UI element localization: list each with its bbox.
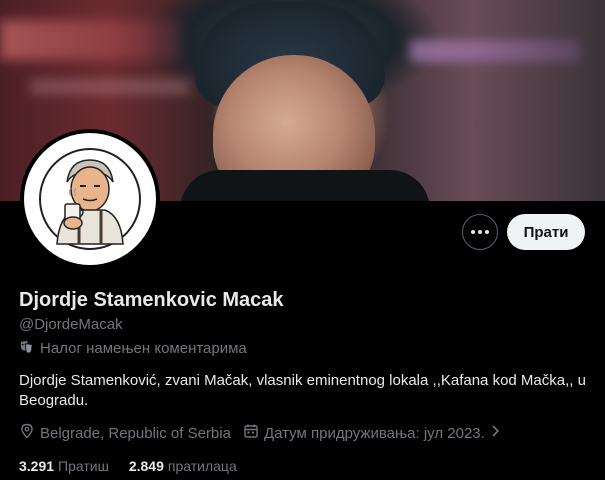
banner-light-streak — [30, 80, 190, 94]
avatar[interactable] — [20, 129, 160, 269]
more-options-button[interactable] — [462, 214, 498, 250]
avatar-image — [24, 133, 156, 265]
location-pin-icon — [19, 423, 35, 443]
chevron-right-icon — [490, 424, 502, 442]
avatar-illustration — [39, 148, 141, 250]
followers-label[interactable]: пратилаца — [168, 458, 237, 474]
banner-coat — [180, 170, 430, 201]
more-horizontal-icon — [485, 230, 489, 234]
calendar-icon — [243, 423, 259, 443]
profile-name: Djordje Stamenkovic Macak — [19, 289, 284, 311]
following-count[interactable]: 3.291 — [19, 458, 54, 474]
profile-bio: Djordje Stamenković, zvani Mačak, vlasni… — [19, 372, 586, 409]
following-label[interactable]: Пратиш — [58, 458, 109, 474]
followers-count[interactable]: 2.849 — [129, 458, 164, 474]
theater-masks-icon — [19, 339, 34, 358]
account-label: Налог намењен коментарима — [40, 340, 247, 357]
banner-light-streak — [410, 40, 580, 62]
joined-text: Датум придруживања: јул 2023. — [263, 424, 485, 442]
profile-handle: @DjordeMacak — [19, 316, 123, 333]
profile-meta: Belgrade, Republic of Serbia Датум придр… — [19, 423, 514, 443]
account-label-row[interactable]: Налог намењен коментарима — [19, 339, 247, 358]
more-horizontal-icon — [478, 230, 482, 234]
more-horizontal-icon — [471, 230, 475, 234]
location-item: Belgrade, Republic of Serbia — [19, 423, 231, 443]
location-text: Belgrade, Republic of Serbia — [40, 424, 231, 442]
banner-light-streak — [0, 20, 180, 60]
profile-stats: 3.291 Пратиш 2.849 пратилаца — [19, 458, 257, 474]
joined-item[interactable]: Датум придруживања: јул 2023. — [243, 423, 502, 443]
follow-button[interactable]: Прати — [507, 214, 585, 250]
